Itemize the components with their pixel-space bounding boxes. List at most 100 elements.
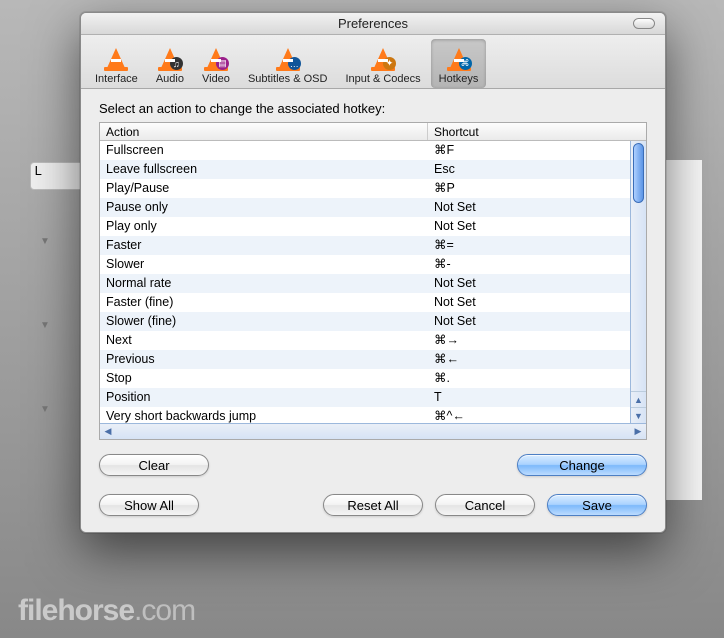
scroll-right-arrow[interactable]: ▶ [630, 426, 646, 437]
cell-shortcut: Not Set [428, 198, 646, 217]
table-row[interactable]: Stop⌘. [100, 369, 646, 388]
cell-shortcut: Not Set [428, 293, 646, 312]
table-row[interactable]: Very short backwards jump⌘^← [100, 407, 646, 423]
table-row[interactable]: Next⌘→ [100, 331, 646, 350]
table-body[interactable]: Fullscreen⌘FLeave fullscreenEscPlay/Paus… [100, 141, 646, 423]
background-disclosure [40, 400, 54, 414]
dialog-button-row: Show All Reset All Cancel Save [99, 494, 647, 516]
cone-icon: ♫ [156, 43, 184, 71]
cell-shortcut: ⌘→ [428, 331, 646, 350]
table-row[interactable]: Faster (fine)Not Set [100, 293, 646, 312]
subtitle-icon: … [288, 57, 301, 70]
table-row[interactable]: PositionT [100, 388, 646, 407]
show-all-button[interactable]: Show All [99, 494, 199, 516]
scroll-left-arrow[interactable]: ◀ [100, 426, 116, 437]
tab-label: Hotkeys [439, 73, 479, 85]
film-icon: ▤ [216, 57, 229, 70]
window-title: Preferences [338, 16, 408, 31]
tab-label: Input & Codecs [345, 73, 420, 85]
cell-action: Fullscreen [100, 141, 428, 160]
scroll-thumb[interactable] [633, 143, 644, 203]
change-button[interactable]: Change [517, 454, 647, 476]
cell-action: Pause only [100, 198, 428, 217]
cell-shortcut: T [428, 388, 646, 407]
cell-shortcut: ⌘. [428, 369, 646, 388]
preferences-toolbar: Interface ♫ Audio ▤ Video … Subtitles & … [81, 35, 665, 89]
cell-action: Play/Pause [100, 179, 428, 198]
cell-action: Faster (fine) [100, 293, 428, 312]
cell-action: Very short backwards jump [100, 407, 428, 423]
cone-icon: ⌘ [445, 43, 473, 71]
cell-action: Previous [100, 350, 428, 369]
titlebar[interactable]: Preferences [81, 13, 665, 35]
cell-shortcut: ⌘F [428, 141, 646, 160]
cell-action: Slower (fine) [100, 312, 428, 331]
tab-input-codecs[interactable]: ✦ Input & Codecs [337, 39, 428, 88]
background-disclosure [40, 316, 54, 330]
tab-label: Video [202, 73, 230, 85]
cell-shortcut: Not Set [428, 274, 646, 293]
cell-action: Position [100, 388, 428, 407]
cell-shortcut: ⌘- [428, 255, 646, 274]
table-row[interactable]: Leave fullscreenEsc [100, 160, 646, 179]
cell-shortcut: Esc [428, 160, 646, 179]
table-row[interactable]: Play/Pause⌘P [100, 179, 646, 198]
clear-button[interactable]: Clear [99, 454, 209, 476]
wrench-icon: ✦ [383, 57, 396, 70]
cell-action: Leave fullscreen [100, 160, 428, 179]
table-row[interactable]: Play onlyNot Set [100, 217, 646, 236]
cell-action: Faster [100, 236, 428, 255]
scroll-up-arrow[interactable]: ▲ [631, 391, 646, 407]
cell-shortcut: Not Set [428, 312, 646, 331]
table-row[interactable]: Faster⌘= [100, 236, 646, 255]
table-row[interactable]: Fullscreen⌘F [100, 141, 646, 160]
cell-action: Slower [100, 255, 428, 274]
keyboard-icon: ⌘ [459, 57, 472, 70]
tab-subtitles[interactable]: … Subtitles & OSD [240, 39, 335, 88]
cell-shortcut: ⌘^← [428, 407, 646, 423]
headphones-icon: ♫ [170, 57, 183, 70]
save-button[interactable]: Save [547, 494, 647, 516]
cell-action: Next [100, 331, 428, 350]
tab-video[interactable]: ▤ Video [194, 39, 238, 88]
watermark-text: .com [134, 594, 195, 627]
cone-icon: ✦ [369, 43, 397, 71]
table-row[interactable]: Slower⌘- [100, 255, 646, 274]
table-header: Action Shortcut [100, 123, 646, 141]
horizontal-scrollbar[interactable]: ◀ ▶ [100, 423, 646, 439]
table-row[interactable]: Previous⌘← [100, 350, 646, 369]
tab-hotkeys[interactable]: ⌘ Hotkeys [431, 39, 487, 88]
cone-icon: ▤ [202, 43, 230, 71]
watermark: filehorse.com [18, 594, 195, 628]
cone-icon [102, 43, 130, 71]
cell-shortcut: ⌘P [428, 179, 646, 198]
cone-icon: … [274, 43, 302, 71]
cell-action: Play only [100, 217, 428, 236]
prompt-label: Select an action to change the associate… [99, 101, 647, 116]
cell-action: Stop [100, 369, 428, 388]
tab-label: Subtitles & OSD [248, 73, 327, 85]
content-area: Select an action to change the associate… [81, 89, 665, 532]
scroll-down-arrow[interactable]: ▼ [631, 407, 646, 423]
table-button-row: Clear Change [99, 454, 647, 476]
column-header-action[interactable]: Action [100, 123, 428, 140]
hotkeys-table: Action Shortcut Fullscreen⌘FLeave fullsc… [99, 122, 647, 440]
toolbar-toggle-pill[interactable] [633, 18, 655, 29]
table-row[interactable]: Pause onlyNot Set [100, 198, 646, 217]
watermark-text: filehorse [18, 594, 134, 627]
column-header-shortcut[interactable]: Shortcut [428, 123, 646, 140]
cell-shortcut: ⌘← [428, 350, 646, 369]
table-row[interactable]: Normal rateNot Set [100, 274, 646, 293]
vertical-scrollbar[interactable]: ▲ ▼ [630, 141, 646, 423]
table-row[interactable]: Slower (fine)Not Set [100, 312, 646, 331]
tab-audio[interactable]: ♫ Audio [148, 39, 192, 88]
cancel-button[interactable]: Cancel [435, 494, 535, 516]
background-disclosure [40, 232, 54, 246]
background-panel [662, 160, 702, 500]
cell-action: Normal rate [100, 274, 428, 293]
tab-interface[interactable]: Interface [87, 39, 146, 88]
tab-label: Interface [95, 73, 138, 85]
cell-shortcut: Not Set [428, 217, 646, 236]
preferences-window: Preferences Interface ♫ Audio ▤ Video … … [80, 12, 666, 533]
reset-all-button[interactable]: Reset All [323, 494, 423, 516]
